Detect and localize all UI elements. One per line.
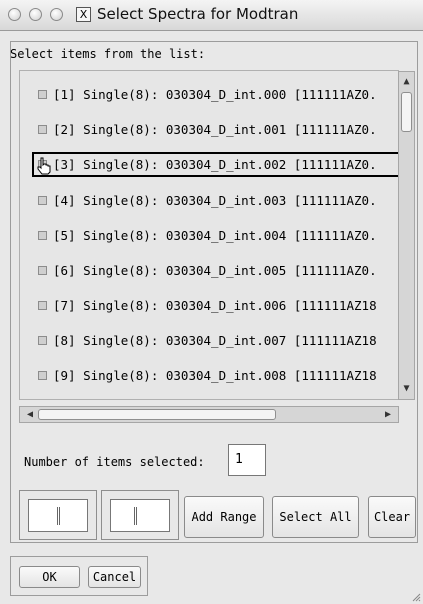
item-checkbox[interactable]	[38, 125, 47, 134]
item-label: [7] Single(8): 030304_D_int.006 [111111A…	[53, 298, 377, 313]
items-selected-field[interactable]: 1	[228, 444, 266, 476]
item-label: [3] Single(8): 030304_D_int.002 [111111A…	[53, 157, 377, 172]
spectra-list[interactable]: [1] Single(8): 030304_D_int.000 [111111A…	[19, 70, 399, 400]
item-label: [2] Single(8): 030304_D_int.001 [111111A…	[53, 122, 377, 137]
list-prompt: Select items from the list:	[10, 47, 206, 61]
vertical-scroll-thumb[interactable]	[401, 92, 412, 132]
select-all-button[interactable]: Select All	[272, 496, 359, 538]
range-end-group	[101, 490, 179, 540]
list-item[interactable]: [5] Single(8): 030304_D_int.004 [111111A…	[20, 223, 398, 248]
item-checkbox[interactable]	[38, 196, 47, 205]
list-item[interactable]: [6] Single(8): 030304_D_int.005 [111111A…	[20, 258, 398, 283]
scroll-left-arrow-icon[interactable]: ◀	[22, 407, 38, 422]
item-checkbox[interactable]	[38, 301, 47, 310]
item-checkbox[interactable]	[38, 231, 47, 240]
range-end-input[interactable]	[110, 499, 170, 532]
horizontal-scroll-thumb[interactable]	[38, 409, 276, 420]
cancel-button[interactable]: Cancel	[88, 566, 141, 588]
list-item[interactable]: [8] Single(8): 030304_D_int.007 [111111A…	[20, 328, 398, 353]
list-item[interactable]: [9] Single(8): 030304_D_int.008 [111111A…	[20, 363, 398, 388]
text-cursor-icon	[57, 507, 60, 525]
list-item[interactable]: [1] Single(8): 030304_D_int.000 [111111A…	[20, 82, 398, 107]
minimize-window-button[interactable]	[29, 8, 42, 21]
resize-grip-icon[interactable]	[411, 592, 421, 602]
range-start-group	[19, 490, 97, 540]
dialog-actions: OK Cancel	[10, 556, 148, 596]
zoom-window-button[interactable]	[50, 8, 63, 21]
item-label: [1] Single(8): 030304_D_int.000 [111111A…	[53, 87, 377, 102]
vertical-scrollbar[interactable]: ▲ ▼	[398, 71, 415, 400]
x11-app-icon: X	[76, 7, 91, 22]
item-checkbox[interactable]	[38, 90, 47, 99]
horizontal-scrollbar[interactable]: ◀ ▶	[19, 406, 399, 423]
list-item[interactable]: [2] Single(8): 030304_D_int.001 [111111A…	[20, 117, 398, 142]
list-item[interactable]: [7] Single(8): 030304_D_int.006 [111111A…	[20, 293, 398, 318]
item-label: [6] Single(8): 030304_D_int.005 [111111A…	[53, 263, 377, 278]
clear-button[interactable]: Clear	[368, 496, 416, 538]
add-range-button[interactable]: Add Range	[184, 496, 264, 538]
close-window-button[interactable]	[8, 8, 21, 21]
ok-button[interactable]: OK	[19, 566, 80, 588]
items-selected-label: Number of items selected:	[24, 455, 205, 469]
text-cursor-icon	[134, 507, 137, 525]
item-label: [5] Single(8): 030304_D_int.004 [111111A…	[53, 228, 377, 243]
scroll-right-arrow-icon[interactable]: ▶	[380, 407, 396, 422]
item-label: [8] Single(8): 030304_D_int.007 [111111A…	[53, 333, 377, 348]
list-item[interactable]: [4] Single(8): 030304_D_int.003 [111111A…	[20, 188, 398, 213]
item-checkbox[interactable]	[38, 336, 47, 345]
scroll-up-arrow-icon[interactable]: ▲	[400, 74, 413, 90]
window-title: Select Spectra for Modtran	[97, 5, 299, 23]
hand-cursor-icon	[37, 157, 51, 175]
scroll-down-arrow-icon[interactable]: ▼	[400, 381, 413, 397]
item-label: [4] Single(8): 030304_D_int.003 [111111A…	[53, 193, 377, 208]
item-label: [9] Single(8): 030304_D_int.008 [111111A…	[53, 368, 377, 383]
list-item-selected[interactable]: [3] Single(8): 030304_D_int.002 [111111A…	[32, 152, 398, 177]
item-checkbox[interactable]	[38, 371, 47, 380]
title-bar: X Select Spectra for Modtran	[0, 0, 423, 31]
item-checkbox[interactable]	[38, 266, 47, 275]
